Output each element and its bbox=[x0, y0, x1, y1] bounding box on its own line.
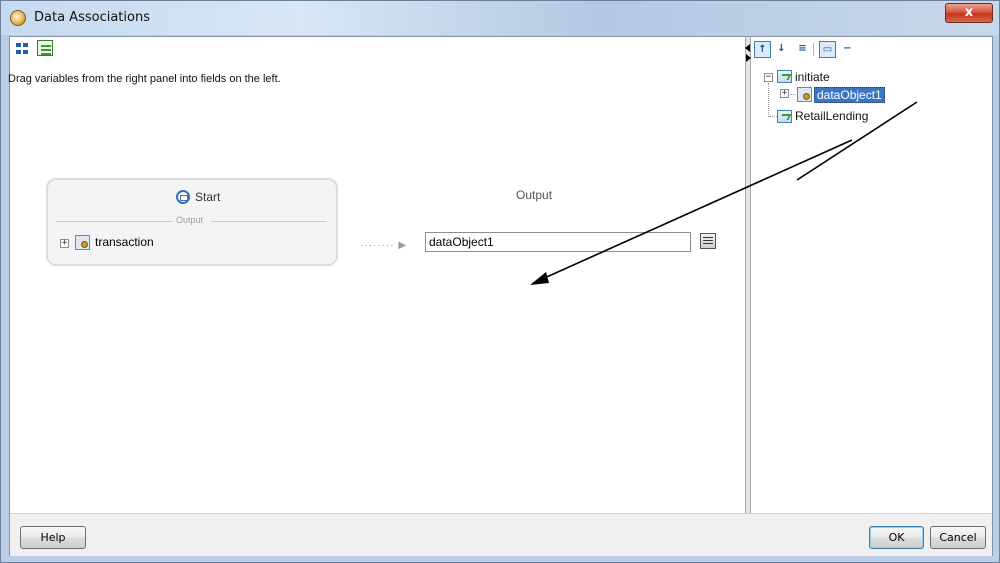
expand-icon[interactable]: + bbox=[60, 239, 69, 248]
help-button[interactable]: Help bbox=[20, 526, 86, 549]
ok-button[interactable]: OK bbox=[869, 526, 924, 549]
collapse-tree-icon[interactable]: − bbox=[764, 73, 773, 82]
view-toggle-icon[interactable]: ▭ bbox=[819, 41, 836, 58]
start-title: Start bbox=[195, 190, 221, 204]
tree-item-retaillending[interactable]: RetailLending bbox=[795, 109, 868, 123]
app-icon bbox=[10, 10, 26, 26]
close-button[interactable]: x bbox=[945, 3, 993, 23]
variable-icon bbox=[75, 235, 90, 250]
output-header: Output bbox=[516, 188, 553, 202]
list-view-icon[interactable]: ≡ bbox=[795, 41, 812, 58]
map-variables-icon[interactable] bbox=[14, 40, 30, 56]
document-icon[interactable] bbox=[37, 40, 54, 56]
toolbar-divider bbox=[813, 43, 814, 56]
left-toolbar bbox=[14, 40, 57, 60]
divider bbox=[211, 221, 327, 222]
tree-item-initiate[interactable]: initiate bbox=[795, 70, 830, 84]
tree-connector bbox=[790, 94, 796, 96]
expand-icon[interactable]: + bbox=[780, 89, 789, 98]
cancel-button[interactable]: Cancel bbox=[930, 526, 986, 549]
dialog-content: Drag variables from the right panel into… bbox=[8, 36, 993, 556]
type-icon bbox=[777, 70, 792, 83]
window-title: Data Associations bbox=[34, 10, 150, 25]
variable-icon bbox=[797, 87, 812, 102]
sort-ascending-icon[interactable]: ↑ bbox=[754, 41, 771, 58]
start-event-icon bbox=[176, 190, 190, 204]
expression-builder-icon[interactable] bbox=[700, 233, 716, 249]
tree-connector bbox=[768, 83, 770, 117]
collapse-icon[interactable]: − bbox=[840, 41, 857, 58]
start-event-box: Start Output + transaction bbox=[46, 178, 338, 266]
output-field[interactable]: dataObject1 bbox=[425, 232, 691, 252]
type-icon bbox=[777, 110, 792, 123]
instruction-text: Drag variables from the right panel into… bbox=[8, 73, 281, 85]
tree-item-dataobject1[interactable]: dataObject1 bbox=[814, 87, 885, 103]
tree-connector bbox=[769, 116, 777, 118]
output-section-label: Output bbox=[176, 215, 204, 225]
button-bar: Help OK Cancel bbox=[10, 513, 992, 556]
dialog-window: Data Associations x Drag variables from … bbox=[0, 0, 1000, 563]
transaction-variable[interactable]: transaction bbox=[95, 235, 154, 249]
variables-pane: ↑ ↓ ≡ ▭ − − initiate + dataObject1 Retai… bbox=[751, 37, 992, 513]
mapping-pane: Drag variables from the right panel into… bbox=[8, 37, 745, 513]
sort-descending-icon[interactable]: ↓ bbox=[774, 41, 791, 58]
divider bbox=[56, 221, 172, 222]
title-bar[interactable]: Data Associations x bbox=[1, 1, 999, 35]
collapse-left-icon[interactable] bbox=[745, 44, 750, 52]
mapping-arrow: ········ ▶ bbox=[360, 240, 408, 251]
